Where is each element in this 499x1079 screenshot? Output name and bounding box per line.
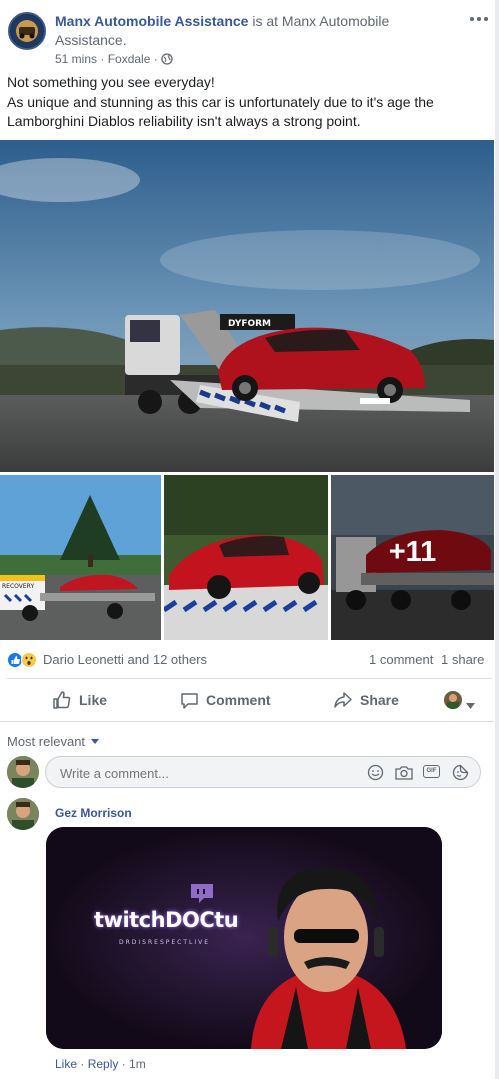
page-logo	[11, 15, 43, 47]
commenter-avatar[interactable]	[7, 798, 39, 830]
smiley-icon[interactable]	[367, 764, 384, 784]
post-time[interactable]: 51 mins	[55, 52, 97, 66]
chevron-down-icon	[90, 732, 99, 748]
sticker-icon[interactable]	[452, 764, 469, 784]
comment-icon	[181, 692, 198, 709]
share-icon	[334, 691, 352, 708]
thumbnail-1[interactable]: RECOVERY	[0, 475, 161, 640]
post-as-selector[interactable]	[444, 690, 478, 710]
post-text: Not something you see everyday! As uniqu…	[7, 74, 434, 129]
comment-actions: Like · Reply · 1m	[55, 1057, 146, 1071]
more-icon[interactable]	[468, 12, 490, 26]
like-reaction-icon	[7, 652, 23, 668]
comment-input-box[interactable]: GIF	[45, 756, 481, 788]
share-count[interactable]: 1 share	[441, 652, 484, 668]
globe-icon	[161, 53, 173, 68]
truck-brand-label: DYFORM	[228, 319, 271, 329]
page-avatar[interactable]	[8, 12, 46, 50]
scrollbar-track[interactable]	[495, 0, 499, 1079]
thumbnail-3-more[interactable]: +11	[331, 475, 494, 640]
reaction-icons[interactable]	[7, 651, 41, 669]
chevron-down-icon	[466, 697, 475, 712]
gif-icon[interactable]: GIF	[423, 765, 440, 778]
reaction-names[interactable]: Dario Leonetti and 12 others	[43, 652, 207, 668]
share-label: Share	[360, 692, 399, 708]
comment-count[interactable]: 1 comment	[369, 652, 433, 668]
post-meta: 51 mins · Foxdale ·	[55, 52, 173, 68]
divider	[0, 721, 494, 722]
commenter-name[interactable]: Gez Morrison	[55, 806, 132, 820]
sort-label: Most relevant	[7, 734, 86, 749]
comment-input[interactable]	[58, 763, 352, 783]
comment-sort-dropdown[interactable]: Most relevant	[7, 732, 99, 750]
thumbs-up-icon	[53, 691, 71, 709]
share-button[interactable]: Share	[333, 682, 399, 718]
like-button[interactable]: Like	[52, 682, 107, 718]
comment-time[interactable]: 1m	[129, 1057, 146, 1071]
like-label: Like	[79, 692, 108, 708]
main-photo[interactable]: DYFORM	[0, 140, 494, 472]
small-avatar	[444, 691, 462, 709]
comment-gif[interactable]: twitchDOCtu DRDISRESPECTLIVE	[46, 827, 442, 1049]
thumb-truck-label: RECOVERY	[2, 583, 34, 590]
thumbnail-2[interactable]	[164, 475, 328, 640]
wow-reaction-icon	[21, 652, 37, 668]
gif-brand-text: twitchDOCtu	[94, 908, 239, 932]
comment-button[interactable]: Comment	[180, 682, 271, 718]
is-at-text: is at	[248, 13, 282, 29]
page-name-link[interactable]: Manx Automobile Assistance	[55, 13, 248, 29]
camera-icon[interactable]	[395, 765, 413, 783]
post-header-line: Manx Automobile Assistance is at Manx Au…	[55, 12, 435, 50]
divider	[7, 678, 492, 679]
comment-label: Comment	[206, 692, 271, 708]
more-photos-count: +11	[388, 536, 437, 568]
post-place[interactable]: Foxdale	[108, 52, 151, 66]
viewer-avatar[interactable]	[7, 756, 39, 788]
comment-like-link[interactable]: Like	[55, 1057, 77, 1071]
comment-reply-link[interactable]: Reply	[88, 1057, 119, 1071]
gif-subtitle-text: DRDISRESPECTLIVE	[119, 939, 211, 946]
